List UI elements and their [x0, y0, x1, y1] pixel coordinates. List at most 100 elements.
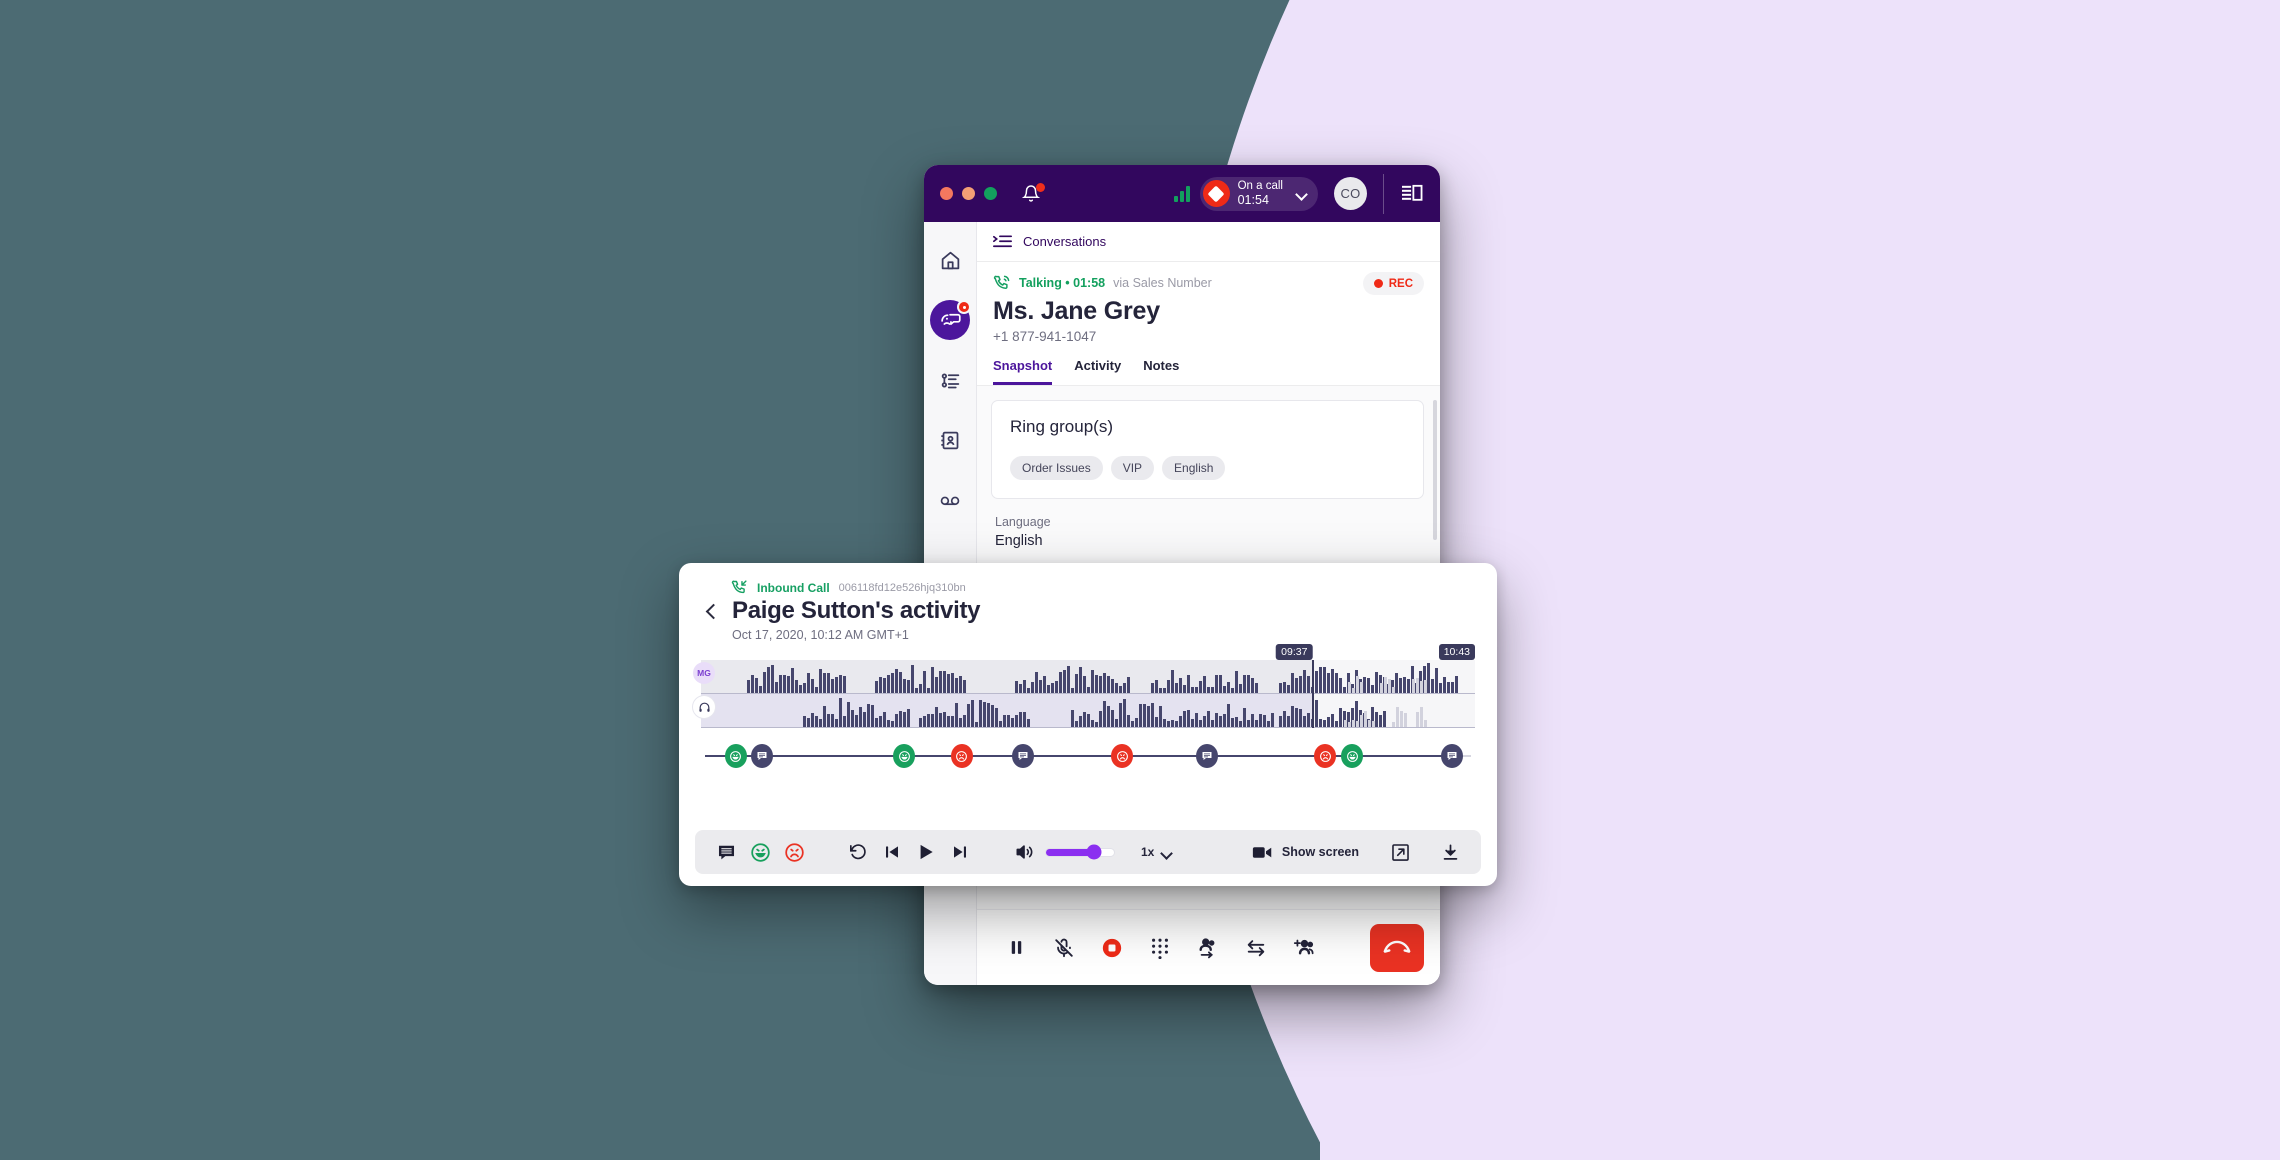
- microphone-slash-icon: [1055, 938, 1073, 957]
- tab-snapshot[interactable]: Snapshot: [993, 358, 1053, 385]
- minimize-window-button[interactable]: [962, 187, 975, 200]
- skip-next-button[interactable]: [943, 835, 977, 869]
- mark-sad-button[interactable]: [777, 835, 811, 869]
- record-button[interactable]: [1089, 925, 1135, 971]
- timeline-marker-happy[interactable]: [1341, 744, 1364, 768]
- conversations-header: Conversations: [977, 222, 1440, 262]
- chip-english[interactable]: English: [1162, 456, 1226, 480]
- timeline-marker-note[interactable]: [751, 744, 774, 768]
- keypad-button[interactable]: [1137, 925, 1183, 971]
- ring-groups-card: Ring group(s) Order Issues VIP English: [991, 400, 1424, 499]
- download-icon: [1443, 844, 1457, 860]
- notification-bell-button[interactable]: [1021, 182, 1045, 204]
- show-screen-label: Show screen: [1281, 845, 1359, 859]
- sidebar-item-contacts[interactable]: [930, 420, 970, 460]
- add-participant-button[interactable]: [1281, 925, 1327, 971]
- record-indicator-icon: [1202, 180, 1230, 207]
- avatar[interactable]: CO: [1334, 177, 1367, 210]
- timeline-marker-sad[interactable]: [950, 744, 973, 768]
- external-link-icon: [1391, 843, 1409, 861]
- volume-button[interactable]: [1007, 835, 1041, 869]
- call-status-pill[interactable]: On a call 01:54: [1199, 176, 1318, 211]
- contact-phone: +1 877-941-1047: [993, 329, 1097, 344]
- sidebar-item-conversations[interactable]: [930, 300, 971, 340]
- tab-notes[interactable]: Notes: [1143, 358, 1179, 385]
- waveform-track-agent[interactable]: [701, 660, 1475, 694]
- panel-toggle-button[interactable]: [1384, 165, 1440, 222]
- chevron-down-icon[interactable]: [1297, 190, 1308, 197]
- volume-control[interactable]: [1007, 835, 1115, 869]
- pause-call-button[interactable]: [993, 925, 1039, 971]
- mark-happy-button[interactable]: [743, 835, 777, 869]
- play-button[interactable]: [909, 835, 943, 869]
- happy-face-icon: [750, 842, 770, 862]
- activity-panel-header: Inbound Call 006118fd12e526hjq310bn Paig…: [679, 563, 1497, 642]
- timeline-marker-sad[interactable]: [1111, 744, 1134, 768]
- maximize-window-button[interactable]: [984, 187, 997, 200]
- replay-button[interactable]: [841, 835, 875, 869]
- comment-icon: [718, 845, 734, 859]
- ring-groups-chips: Order Issues VIP English: [1010, 456, 1405, 480]
- timeline-marker-note[interactable]: [1440, 744, 1463, 768]
- volume-slider[interactable]: [1045, 844, 1115, 860]
- decorative-background-shape-fill: [1320, 1020, 2280, 1160]
- timeline-marker-happy[interactable]: [893, 744, 916, 768]
- waveform-track-customer[interactable]: [701, 694, 1475, 728]
- transfer-person-button[interactable]: [1185, 925, 1231, 971]
- contact-card-icon: [940, 431, 958, 449]
- total-time-badge: 10:43: [1438, 644, 1475, 660]
- call-action-bar: [977, 909, 1440, 985]
- home-icon: [941, 251, 959, 269]
- player-controls: 1x Show screen: [695, 830, 1481, 874]
- timeline-marker-note[interactable]: [1011, 744, 1034, 768]
- waveform[interactable]: 09:37 10:43 MG: [693, 644, 1475, 728]
- add-comment-button[interactable]: [709, 835, 743, 869]
- replay-icon: [850, 844, 866, 860]
- tab-activity[interactable]: Activity: [1074, 358, 1121, 385]
- marker-timeline[interactable]: [705, 744, 1471, 768]
- phone-ringing-icon: [993, 275, 1010, 289]
- chip-vip[interactable]: VIP: [1110, 456, 1155, 480]
- show-screen-button[interactable]: Show screen: [1252, 845, 1359, 860]
- call-via-text: via Sales Number: [1113, 276, 1212, 290]
- language-field: Language English: [991, 515, 1424, 549]
- activity-kind-row: Inbound Call 006118fd12e526hjq310bn: [705, 579, 1471, 596]
- swap-call-button[interactable]: [1233, 925, 1279, 971]
- skip-next-icon: [954, 846, 966, 858]
- sidebar-item-activity[interactable]: [930, 360, 970, 400]
- add-people-icon: [1293, 939, 1314, 955]
- download-button[interactable]: [1433, 835, 1467, 869]
- waveform-playhead[interactable]: [1312, 660, 1315, 728]
- hangup-button[interactable]: [1370, 923, 1424, 972]
- activity-detail-panel: Inbound Call 006118fd12e526hjq310bn Paig…: [679, 563, 1497, 886]
- chevron-left-icon[interactable]: [705, 605, 718, 618]
- skip-previous-button[interactable]: [875, 835, 909, 869]
- timeline-marker-note[interactable]: [1195, 744, 1218, 768]
- inbound-call-icon: [731, 580, 747, 594]
- play-icon: [920, 844, 933, 860]
- pause-icon: [1011, 941, 1021, 954]
- volume-icon: [1016, 845, 1033, 859]
- sidebar-item-voicemail[interactable]: [930, 480, 970, 520]
- timeline-marker-sad[interactable]: [1314, 744, 1337, 768]
- swap-arrows-icon: [1247, 939, 1265, 956]
- language-field-value: English: [995, 533, 1043, 549]
- waveform-tracks: [701, 660, 1475, 728]
- timeline-marker-happy[interactable]: [724, 744, 747, 768]
- screenshot-stage: On a call 01:54 CO Conversations Talking…: [0, 0, 2280, 1160]
- person-arrow-icon: [1199, 937, 1215, 958]
- popout-button[interactable]: [1383, 835, 1417, 869]
- signal-bars-icon: [1173, 185, 1190, 202]
- contact-name: Ms. Jane Grey: [993, 297, 1160, 325]
- recording-dot-icon: [1373, 279, 1383, 288]
- chip-order-issues[interactable]: Order Issues: [1010, 456, 1103, 480]
- sidebar-item-home[interactable]: [930, 240, 970, 280]
- playback-speed-selector[interactable]: 1x: [1141, 845, 1173, 859]
- snapshot-scrollbar[interactable]: [1433, 400, 1437, 540]
- chevron-down-icon: [1162, 849, 1173, 856]
- mute-button[interactable]: [1041, 925, 1087, 971]
- activity-title-row: Paige Sutton's activity: [705, 597, 1471, 625]
- detail-tabs: Snapshot Activity Notes: [977, 344, 1440, 386]
- close-window-button[interactable]: [940, 187, 953, 200]
- skip-previous-icon: [886, 846, 898, 858]
